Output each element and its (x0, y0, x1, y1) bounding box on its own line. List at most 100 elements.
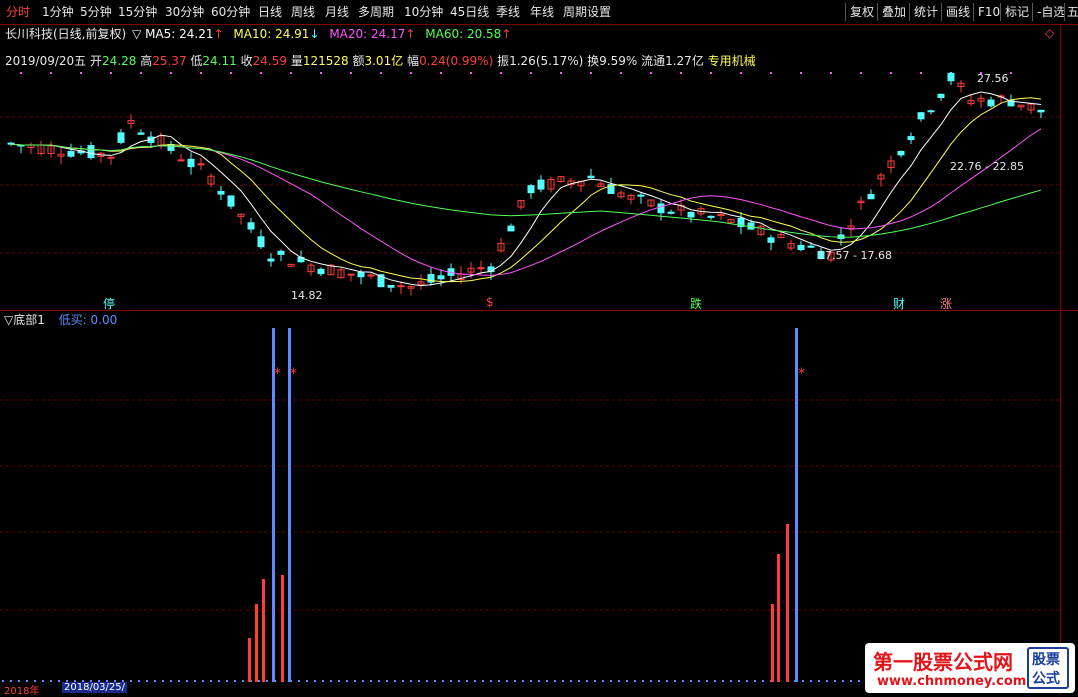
draw-line-button[interactable]: 画线 (941, 3, 970, 21)
turnover-value: 换9.59% (587, 54, 638, 68)
volume-value: 121528 (302, 54, 349, 68)
candle-body (317, 268, 325, 275)
candle-body (687, 211, 695, 218)
ma20-value: MA20: 24.17 (329, 27, 406, 41)
volume-label: 量 (290, 54, 303, 68)
candle-body (937, 93, 945, 98)
event-dividend-icon[interactable]: $ (486, 295, 494, 309)
signal-red-bar (248, 638, 251, 682)
marker-dot (440, 72, 442, 74)
marker-dot (680, 72, 682, 74)
tab-30min[interactable]: 30分钟 (165, 3, 204, 21)
marker-dot (350, 72, 352, 74)
period-toolbar: 分时 1分钟 5分钟 15分钟 30分钟 60分钟 日线 周线 月线 多周期 1… (0, 0, 1078, 25)
marker-dot (80, 72, 82, 74)
indicator-title[interactable]: ▽底部1 (4, 313, 45, 327)
marker-dot (170, 72, 172, 74)
candle-body (527, 185, 535, 194)
tab-weekly[interactable]: 周线 (291, 3, 315, 21)
overlay-button[interactable]: 叠加 (877, 3, 906, 21)
kline-chart[interactable] (0, 72, 1060, 310)
stock-name[interactable]: 长川科技(日线,前复权) (5, 27, 126, 41)
candle-body (907, 136, 915, 141)
marker-dot (380, 72, 382, 74)
amount-label: 额 (352, 54, 365, 68)
pane-divider[interactable] (0, 310, 1078, 311)
marker-dot (140, 72, 142, 74)
amount-value: 3.01亿 (364, 54, 404, 68)
mark-button[interactable]: 标记 (1000, 3, 1029, 21)
candle-body (387, 284, 395, 288)
marker-dot (620, 72, 622, 74)
indicator-buy-value: 低买: 0.00 (58, 313, 118, 327)
bottom-indicator-chart[interactable] (0, 326, 1060, 682)
close-value: 24.59 (252, 54, 287, 68)
ma10-arrow-down-icon: ↓ (309, 27, 320, 41)
open-label: 开 (90, 54, 103, 68)
tab-yearly[interactable]: 年线 (530, 3, 554, 21)
dropdown-triangle-icon[interactable]: ▽ (132, 27, 141, 41)
marker-dot (530, 72, 532, 74)
marker-dot (590, 72, 592, 74)
marker-dot (290, 72, 292, 74)
candle-body (797, 244, 805, 251)
tab-quarterly[interactable]: 季线 (496, 3, 520, 21)
tab-daily[interactable]: 日线 (258, 3, 282, 21)
sector-label[interactable]: 专用机械 (708, 54, 756, 68)
signal-red-bar (281, 575, 284, 682)
tab-monthly[interactable]: 月线 (325, 3, 349, 21)
candle-body (707, 215, 715, 218)
ma5-value: MA5: 24.21 (145, 27, 214, 41)
candle-body (267, 258, 275, 262)
candle-body (187, 158, 195, 168)
f10-button[interactable]: F10 (973, 3, 1000, 21)
tab-45day[interactable]: 45日线 (450, 3, 489, 21)
tab-1min[interactable]: 1分钟 (42, 3, 74, 21)
marker-dot (830, 72, 832, 74)
ma60-arrow-up-icon: ↑ (501, 27, 512, 41)
candle-body (867, 193, 875, 200)
ma20-arrow-up-icon: ↑ (405, 27, 416, 41)
candle-body (357, 271, 365, 278)
marker-dot (890, 72, 892, 74)
candle-body (347, 273, 355, 276)
range-label-lower: 17.57 - 17.68 (818, 249, 892, 262)
candle-body (217, 190, 225, 195)
signal-star-icon: * (798, 366, 805, 382)
marker-dot (320, 72, 322, 74)
quote-date: 2019/09/20五 (5, 54, 87, 68)
high-label: 高 (140, 54, 153, 68)
candle-body (107, 156, 115, 159)
candle-body (177, 159, 185, 162)
marker-dot (860, 72, 862, 74)
candle-body (67, 150, 75, 157)
marker-dot (800, 72, 802, 74)
tab-fenshi[interactable]: 分时 (6, 3, 30, 21)
diamond-icon[interactable]: ◇ (1045, 26, 1054, 40)
watermark-url: www.chnmoney.com (877, 674, 1027, 689)
statistics-button[interactable]: 统计 (909, 3, 938, 21)
candle-body (587, 175, 595, 179)
tab-multi-period[interactable]: 多周期 (358, 3, 394, 21)
amplitude-value: 振1.26(5.17%) (497, 54, 584, 68)
tab-5min[interactable]: 5分钟 (80, 3, 112, 21)
five-button[interactable]: 五 (1064, 3, 1078, 21)
ma60-line (10, 143, 1042, 238)
marker-dot (1010, 72, 1012, 74)
tab-10min[interactable]: 10分钟 (404, 3, 443, 21)
watchlist-button[interactable]: -自选 (1032, 3, 1065, 21)
min-price-label: 14.82 (291, 289, 323, 302)
tab-period-settings[interactable]: 周期设置 (563, 3, 611, 21)
tab-15min[interactable]: 15分钟 (118, 3, 157, 21)
candle-body (117, 132, 125, 143)
close-label: 收 (240, 54, 253, 68)
tab-60min[interactable]: 60分钟 (211, 3, 250, 21)
max-price-label: 27.56 (977, 72, 1009, 85)
signal-star-icon: * (274, 366, 281, 382)
candle-body (927, 110, 935, 113)
signal-red-bar (786, 524, 789, 682)
signal-red-bar (255, 604, 258, 682)
candle-body (277, 250, 285, 255)
marker-dot (650, 72, 652, 74)
restore-rights-button[interactable]: 复权 (845, 3, 874, 21)
